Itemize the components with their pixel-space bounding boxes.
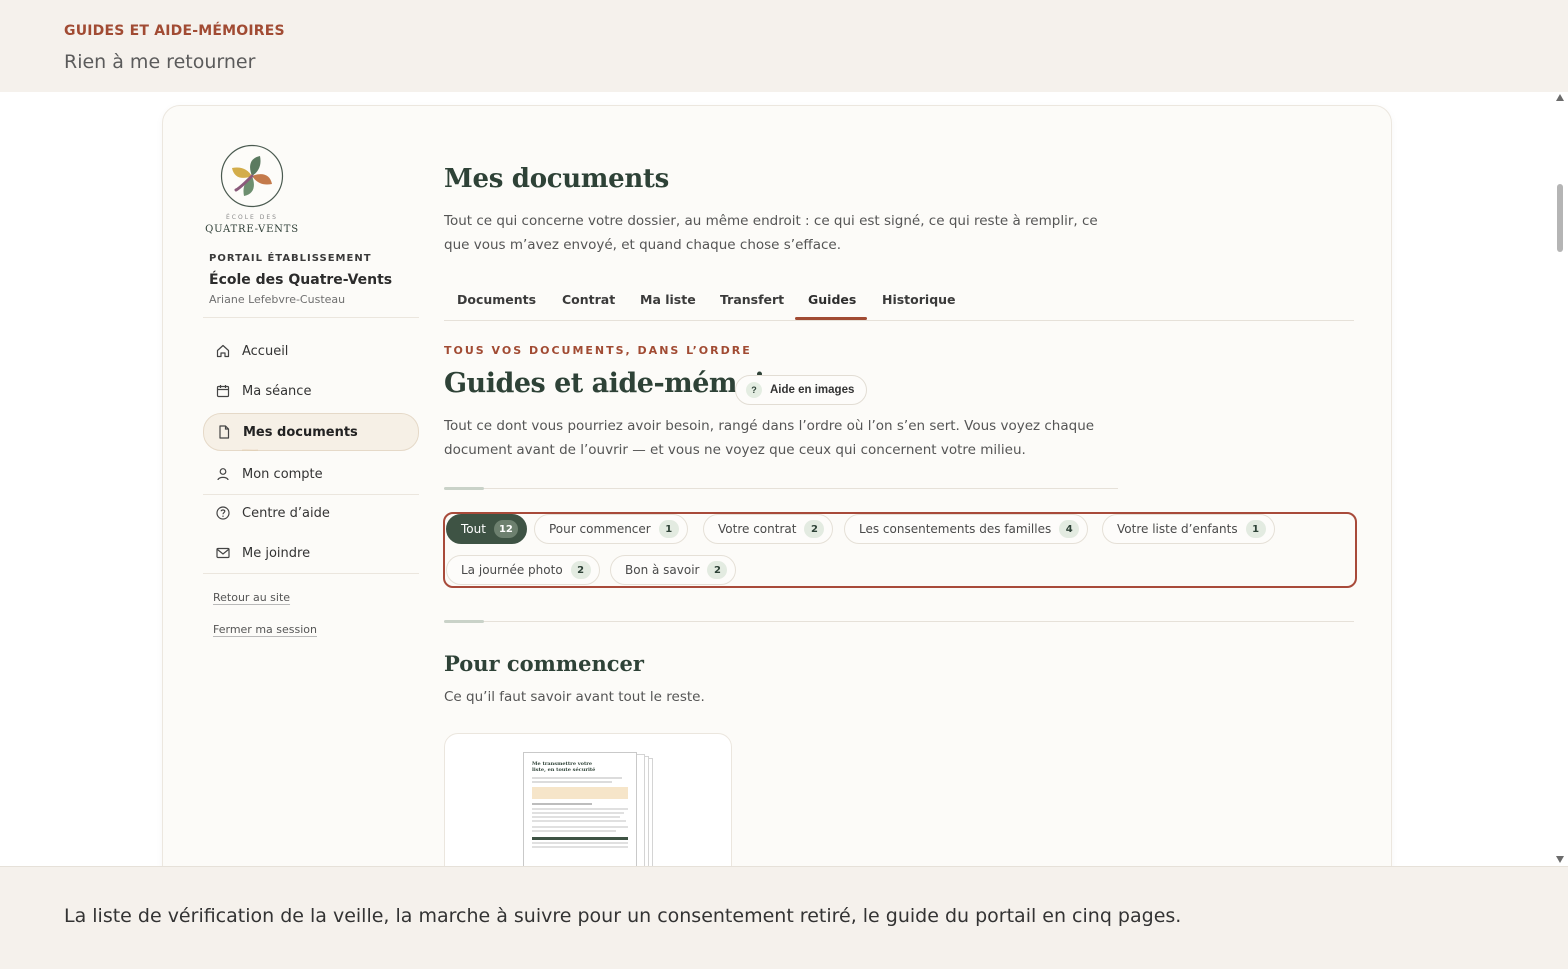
chip-label: Pour commencer xyxy=(549,522,651,536)
sidebar-item-mes-documents[interactable]: Mes documents xyxy=(203,413,419,451)
sidebar-item-me-joindre[interactable]: Me joindre xyxy=(203,534,419,572)
scroll-up-icon[interactable] xyxy=(1556,94,1564,101)
thumb-line xyxy=(532,846,628,848)
sidebar-item-centre-aide[interactable]: Centre d’aide xyxy=(203,494,419,532)
logout-link[interactable]: Fermer ma session xyxy=(213,623,317,636)
tab-ma-liste[interactable]: Ma liste xyxy=(640,292,696,307)
home-icon xyxy=(216,344,230,358)
group-description: Ce qu’il faut savoir avant tout le reste… xyxy=(444,689,705,705)
thumb-line xyxy=(532,830,616,832)
sidebar-item-mon-compte[interactable]: Mon compte xyxy=(203,455,419,493)
active-tab-indicator xyxy=(795,317,867,320)
filter-chip-consentements[interactable]: Les consentements des familles 4 xyxy=(844,514,1089,544)
chip-count: 1 xyxy=(658,520,679,538)
tab-guides[interactable]: Guides xyxy=(808,292,856,307)
calendar-icon xyxy=(216,385,230,398)
document-icon xyxy=(219,425,230,439)
chip-label: Votre liste d’enfants xyxy=(1117,522,1238,536)
filter-chip-bon-a-savoir[interactable]: Bon à savoir 2 xyxy=(610,555,737,585)
logo-wordmark: QUATRE-VENTS xyxy=(205,224,299,235)
top-band: GUIDES ET AIDE-MÉMOIRES Rien à me retour… xyxy=(0,0,1568,92)
school-name: École des Quatre-Vents xyxy=(209,272,393,288)
page-title: Mes documents xyxy=(444,164,669,194)
sidebar-item-label: Mes documents xyxy=(243,424,358,440)
chip-count: 4 xyxy=(1059,520,1080,538)
chip-label: Tout xyxy=(461,522,486,536)
question-icon: ? xyxy=(746,382,762,398)
sidebar-item-label: Ma séance xyxy=(242,383,312,399)
help-images-label: Aide en images xyxy=(770,384,855,396)
bottom-band: La liste de vérification de la veille, l… xyxy=(0,866,1568,969)
thumb-line xyxy=(532,820,626,822)
chip-count: 2 xyxy=(570,561,591,579)
user-name: Ariane Lefebvre-Custeau xyxy=(209,293,346,306)
section-divider xyxy=(444,488,1118,489)
help-circle-icon xyxy=(216,506,230,520)
filter-chip-journee-photo[interactable]: La journée photo 2 xyxy=(446,555,600,585)
page-description: Tout ce qui concerne votre dossier, au m… xyxy=(444,213,1098,253)
filter-chip-liste-enfants[interactable]: Votre liste d’enfants 1 xyxy=(1102,514,1275,544)
chip-label: Bon à savoir xyxy=(625,563,700,577)
document-card[interactable]: Me transmettre votre liste, en toute séc… xyxy=(444,733,732,866)
tab-bar: Documents Contrat Ma liste Transfert Gui… xyxy=(444,280,1354,321)
thumb-line xyxy=(532,842,628,844)
tab-documents[interactable]: Documents xyxy=(457,292,536,307)
sidebar-item-label: Centre d’aide xyxy=(242,505,330,521)
portal-label: PORTAIL ÉTABLISSEMENT xyxy=(209,253,372,264)
logo-eyebrow: ÉCOLE DES xyxy=(226,214,278,221)
divider-accent xyxy=(444,487,484,490)
back-to-site-link[interactable]: Retour au site xyxy=(213,591,290,604)
scroll-thumb[interactable] xyxy=(1557,184,1563,252)
page-viewport: ÉCOLE DES QUATRE-VENTS PORTAIL ÉTABLISSE… xyxy=(0,92,1568,866)
sidebar-item-label: Me joindre xyxy=(242,545,311,561)
sidebar-divider xyxy=(203,317,419,318)
chip-count: 12 xyxy=(493,520,518,538)
tab-contrat[interactable]: Contrat xyxy=(562,292,615,307)
top-eyebrow: GUIDES ET AIDE-MÉMOIRES xyxy=(64,23,285,39)
thumb-line xyxy=(532,803,592,805)
sidebar-item-accueil[interactable]: Accueil xyxy=(203,332,419,370)
thumb-line xyxy=(532,808,628,810)
chip-label: Votre contrat xyxy=(718,522,797,536)
section-eyebrow: TOUS VOS DOCUMENTS, DANS L’ORDRE xyxy=(444,344,752,357)
scroll-down-icon[interactable] xyxy=(1556,856,1564,863)
thumb-line xyxy=(532,777,622,779)
portal-card: ÉCOLE DES QUATRE-VENTS PORTAIL ÉTABLISSE… xyxy=(162,105,1392,866)
bottom-caption: La liste de vérification de la veille, l… xyxy=(64,905,1182,927)
thumb-line xyxy=(532,826,628,828)
sidebar-item-ma-seance[interactable]: Ma séance xyxy=(203,372,419,410)
sidebar-item-label: Mon compte xyxy=(242,466,323,482)
tab-transfert[interactable]: Transfert xyxy=(720,292,784,307)
chip-count: 2 xyxy=(707,561,728,579)
document-thumbnail: Me transmettre votre liste, en toute séc… xyxy=(523,752,637,866)
thumb-line xyxy=(532,781,612,783)
thumb-line xyxy=(532,812,624,814)
tab-historique[interactable]: Historique xyxy=(882,292,956,307)
user-icon xyxy=(217,468,229,481)
mail-icon xyxy=(216,547,230,559)
thumb-table-header xyxy=(532,837,628,840)
thumb-highlight xyxy=(532,787,628,799)
sidebar-divider xyxy=(203,573,419,574)
chip-label: Les consentements des familles xyxy=(859,522,1052,536)
group-divider xyxy=(444,621,1354,622)
divider-accent xyxy=(444,620,484,623)
chip-label: La journée photo xyxy=(461,563,563,577)
top-subtitle: Rien à me retourner xyxy=(64,51,256,73)
page-scrollbar[interactable] xyxy=(1552,92,1568,866)
thumbnail-title: Me transmettre votre liste, en toute séc… xyxy=(532,761,596,773)
filter-chip-votre-contrat[interactable]: Votre contrat 2 xyxy=(703,514,834,544)
filter-chip-pour-commencer[interactable]: Pour commencer 1 xyxy=(534,514,688,544)
chip-count: 1 xyxy=(1245,520,1266,538)
section-description: Tout ce dont vous pourriez avoir besoin,… xyxy=(444,418,1095,458)
thumb-line xyxy=(532,816,620,818)
help-images-button[interactable]: ? Aide en images xyxy=(735,375,868,405)
group-title: Pour commencer xyxy=(444,651,644,676)
filter-chip-tout[interactable]: Tout 12 xyxy=(446,514,527,544)
school-logo-icon xyxy=(220,144,284,208)
chip-count: 2 xyxy=(804,520,825,538)
sidebar-item-label: Accueil xyxy=(242,343,289,359)
